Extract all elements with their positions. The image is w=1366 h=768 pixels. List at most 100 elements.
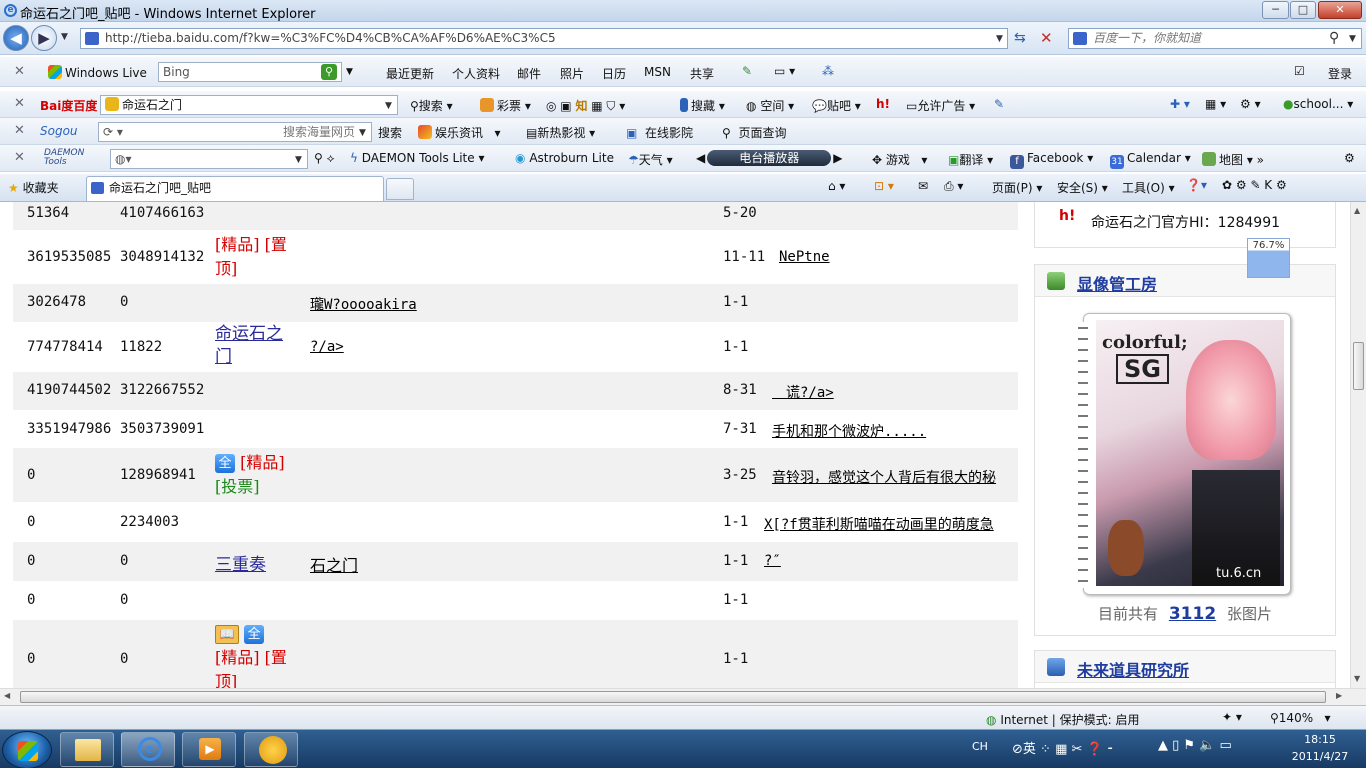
daemon-search-input[interactable]: ◍▾ ▼: [110, 149, 308, 169]
translate-icon[interactable]: ⁂: [822, 64, 834, 78]
sogou-entertainment-button[interactable]: 娱乐资讯 ▾: [418, 124, 500, 141]
zoom-level[interactable]: ⚲140% ▾: [1270, 711, 1331, 725]
forum-link[interactable]: 三重奏: [215, 550, 266, 575]
taskbar-qq-music[interactable]: [244, 732, 298, 767]
tag-zhiding[interactable]: [置: [265, 648, 287, 667]
thread-title-link[interactable]: X[?f贯菲利斯喵喵在动画里的萌度急: [764, 514, 994, 534]
scroll-left-icon[interactable]: ◀: [4, 691, 10, 700]
baidu-collect-button[interactable]: 搜藏 ▾: [680, 97, 725, 114]
tag-jingpin[interactable]: [精品]: [240, 453, 285, 472]
window-icon[interactable]: ▭ ▾: [774, 64, 795, 78]
sogou-logo[interactable]: Sogou: [40, 124, 78, 138]
page-menu[interactable]: 页面(P) ▾: [992, 179, 1042, 196]
history-dropdown-icon[interactable]: ▼: [61, 32, 68, 42]
clock-time[interactable]: 18:15: [1290, 733, 1350, 746]
live-item-mail[interactable]: 邮件: [517, 65, 541, 82]
thread-author-link[interactable]: 石之门: [310, 552, 358, 576]
scroll-up-icon[interactable]: ▲: [1354, 206, 1360, 215]
gallery-count-link[interactable]: 3112: [1169, 604, 1216, 624]
scroll-down-icon[interactable]: ▼: [1354, 674, 1360, 683]
tag-toupiao[interactable]: [投票]: [215, 477, 260, 496]
taskbar-ie[interactable]: e: [121, 732, 175, 767]
close-toolbar-icon[interactable]: ✕: [14, 123, 25, 138]
baidu-dropdown-icon[interactable]: ▼: [385, 97, 392, 115]
settings-icon[interactable]: ⚙: [1344, 151, 1355, 165]
live-item-profile[interactable]: 个人资料: [452, 65, 500, 82]
allow-ads-button[interactable]: ▭允许广告 ▾: [906, 97, 975, 114]
search-input[interactable]: 百度一下，你就知道 ⚲ ▼: [1068, 28, 1362, 49]
new-tab-button[interactable]: [386, 178, 414, 200]
grid-icon[interactable]: ▦ ▾: [1205, 97, 1226, 111]
horizontal-scroll-thumb[interactable]: [20, 691, 1326, 703]
back-button[interactable]: ◀: [3, 25, 29, 51]
baidu-tools-icons[interactable]: ◎ ▣ 知 ▦ ⛉ ▾: [546, 97, 625, 114]
radio-player[interactable]: ◀ 电台播放器 ▶: [696, 150, 842, 166]
close-toolbar-icon[interactable]: ✕: [14, 150, 25, 165]
tag-jingpin[interactable]: [精品]: [215, 648, 260, 667]
gallery-image-frame[interactable]: colorful; SG tu.6.cn: [1078, 313, 1291, 595]
ime-tray[interactable]: ⊘英 ⁘ ▦ ✂ ❓ ⁃: [1012, 738, 1113, 757]
gear-icon[interactable]: ⚙ ▾: [1240, 97, 1261, 111]
ime-indicator[interactable]: CH: [972, 740, 988, 753]
lab-title-link[interactable]: 未来道具研究所: [1077, 657, 1189, 681]
favorites-button[interactable]: ★ 收藏夹: [8, 179, 59, 196]
maximize-button[interactable]: □: [1290, 1, 1316, 19]
protected-mode-icon[interactable]: ✦ ▾: [1222, 710, 1242, 724]
sogou-cinema-button[interactable]: ▣ 在线影院: [626, 124, 693, 141]
vertical-scrollbar[interactable]: ▲ ▼: [1350, 202, 1366, 688]
translate-button[interactable]: ▣翻译 ▾: [948, 151, 993, 168]
vertical-scroll-thumb[interactable]: [1353, 342, 1364, 390]
thread-author-link[interactable]: ?/a>: [310, 339, 344, 355]
live-dropdown-icon[interactable]: ▼: [346, 67, 353, 77]
weather-button[interactable]: ☂天气 ▾: [628, 151, 673, 168]
daemon-dropdown-icon[interactable]: ▼: [295, 151, 302, 169]
daemon-lite-button[interactable]: ϟ DAEMON Tools Lite ▾: [350, 151, 485, 165]
facebook-button[interactable]: f Facebook ▾: [1010, 151, 1093, 169]
address-dropdown-icon[interactable]: ▼: [996, 34, 1003, 44]
gallery-title-link[interactable]: 显像管工房: [1077, 271, 1157, 295]
baidu-logo[interactable]: Bai度百度: [40, 97, 97, 114]
astroburn-button[interactable]: ◉ Astroburn Lite: [515, 151, 614, 165]
close-button[interactable]: ✕: [1318, 1, 1362, 19]
home-icon[interactable]: ⌂ ▾: [828, 179, 845, 193]
baidu-search-input[interactable]: 命运石之门 ▼: [100, 95, 398, 115]
baidu-hi-icon[interactable]: h!: [876, 97, 890, 111]
tray-icons[interactable]: ▲ ▯ ⚑ 🔈 ▭: [1158, 738, 1232, 753]
baidu-lottery-button[interactable]: 彩票 ▾: [480, 97, 531, 114]
thread-title-link[interactable]: 手机和那个微波炉.....: [772, 421, 926, 441]
map-button[interactable]: 地图 ▾ »: [1202, 151, 1264, 168]
horizontal-scrollbar[interactable]: ◀ ▶: [0, 688, 1366, 705]
user-button[interactable]: ●school... ▾: [1283, 97, 1353, 111]
live-item-calendar[interactable]: 日历: [602, 65, 626, 82]
baidu-space-button[interactable]: ◍ 空间 ▾: [746, 97, 794, 114]
close-toolbar-icon[interactable]: ✕: [14, 64, 25, 79]
rss-icon[interactable]: ⊡ ▾: [874, 179, 894, 193]
checkbox-icon[interactable]: ☑: [1294, 64, 1305, 78]
taskbar-media[interactable]: ▶: [182, 732, 236, 767]
live-item-share[interactable]: 共享: [690, 65, 714, 82]
sogou-page-query-button[interactable]: ⚲ 页面查询: [722, 124, 786, 141]
daemon-search-icon[interactable]: ⚲ ⟡: [314, 151, 335, 166]
security-zone[interactable]: ◍ Internet | 保护模式: 启用: [986, 711, 1140, 728]
help-icon[interactable]: ❓▾: [1186, 178, 1207, 192]
tag-jingpin[interactable]: [精品]: [215, 235, 260, 254]
stop-icon[interactable]: ✕: [1040, 29, 1053, 47]
scroll-right-icon[interactable]: ▶: [1336, 691, 1342, 700]
tools-menu[interactable]: 工具(O) ▾: [1122, 179, 1175, 196]
forum-link[interactable]: 命运石之门: [215, 323, 295, 369]
addon-icons[interactable]: ✿ ⚙ ✎ K ⚙: [1222, 178, 1287, 192]
tab-tieba[interactable]: 命运石之门吧_贴吧: [86, 176, 384, 201]
search-dropdown-icon[interactable]: ▼: [1349, 30, 1356, 49]
daemon-logo[interactable]: DAEMON Tools: [44, 149, 96, 167]
print-icon[interactable]: ⎙ ▾: [944, 179, 963, 194]
start-button[interactable]: [2, 731, 52, 768]
magnifier-icon[interactable]: ⚲: [1329, 29, 1339, 48]
pencil-icon[interactable]: ✎: [994, 97, 1004, 111]
live-login-button[interactable]: 登录: [1328, 65, 1352, 82]
address-bar[interactable]: http://tieba.baidu.com/f?kw=%C3%FC%D4%CB…: [80, 28, 1008, 49]
mail-icon[interactable]: ✉: [918, 179, 928, 193]
live-item-recent[interactable]: 最近更新: [386, 65, 434, 82]
live-item-msn[interactable]: MSN: [644, 65, 671, 79]
forward-button[interactable]: ▶: [31, 25, 57, 51]
live-search-input[interactable]: Bing ⚲: [158, 62, 342, 82]
